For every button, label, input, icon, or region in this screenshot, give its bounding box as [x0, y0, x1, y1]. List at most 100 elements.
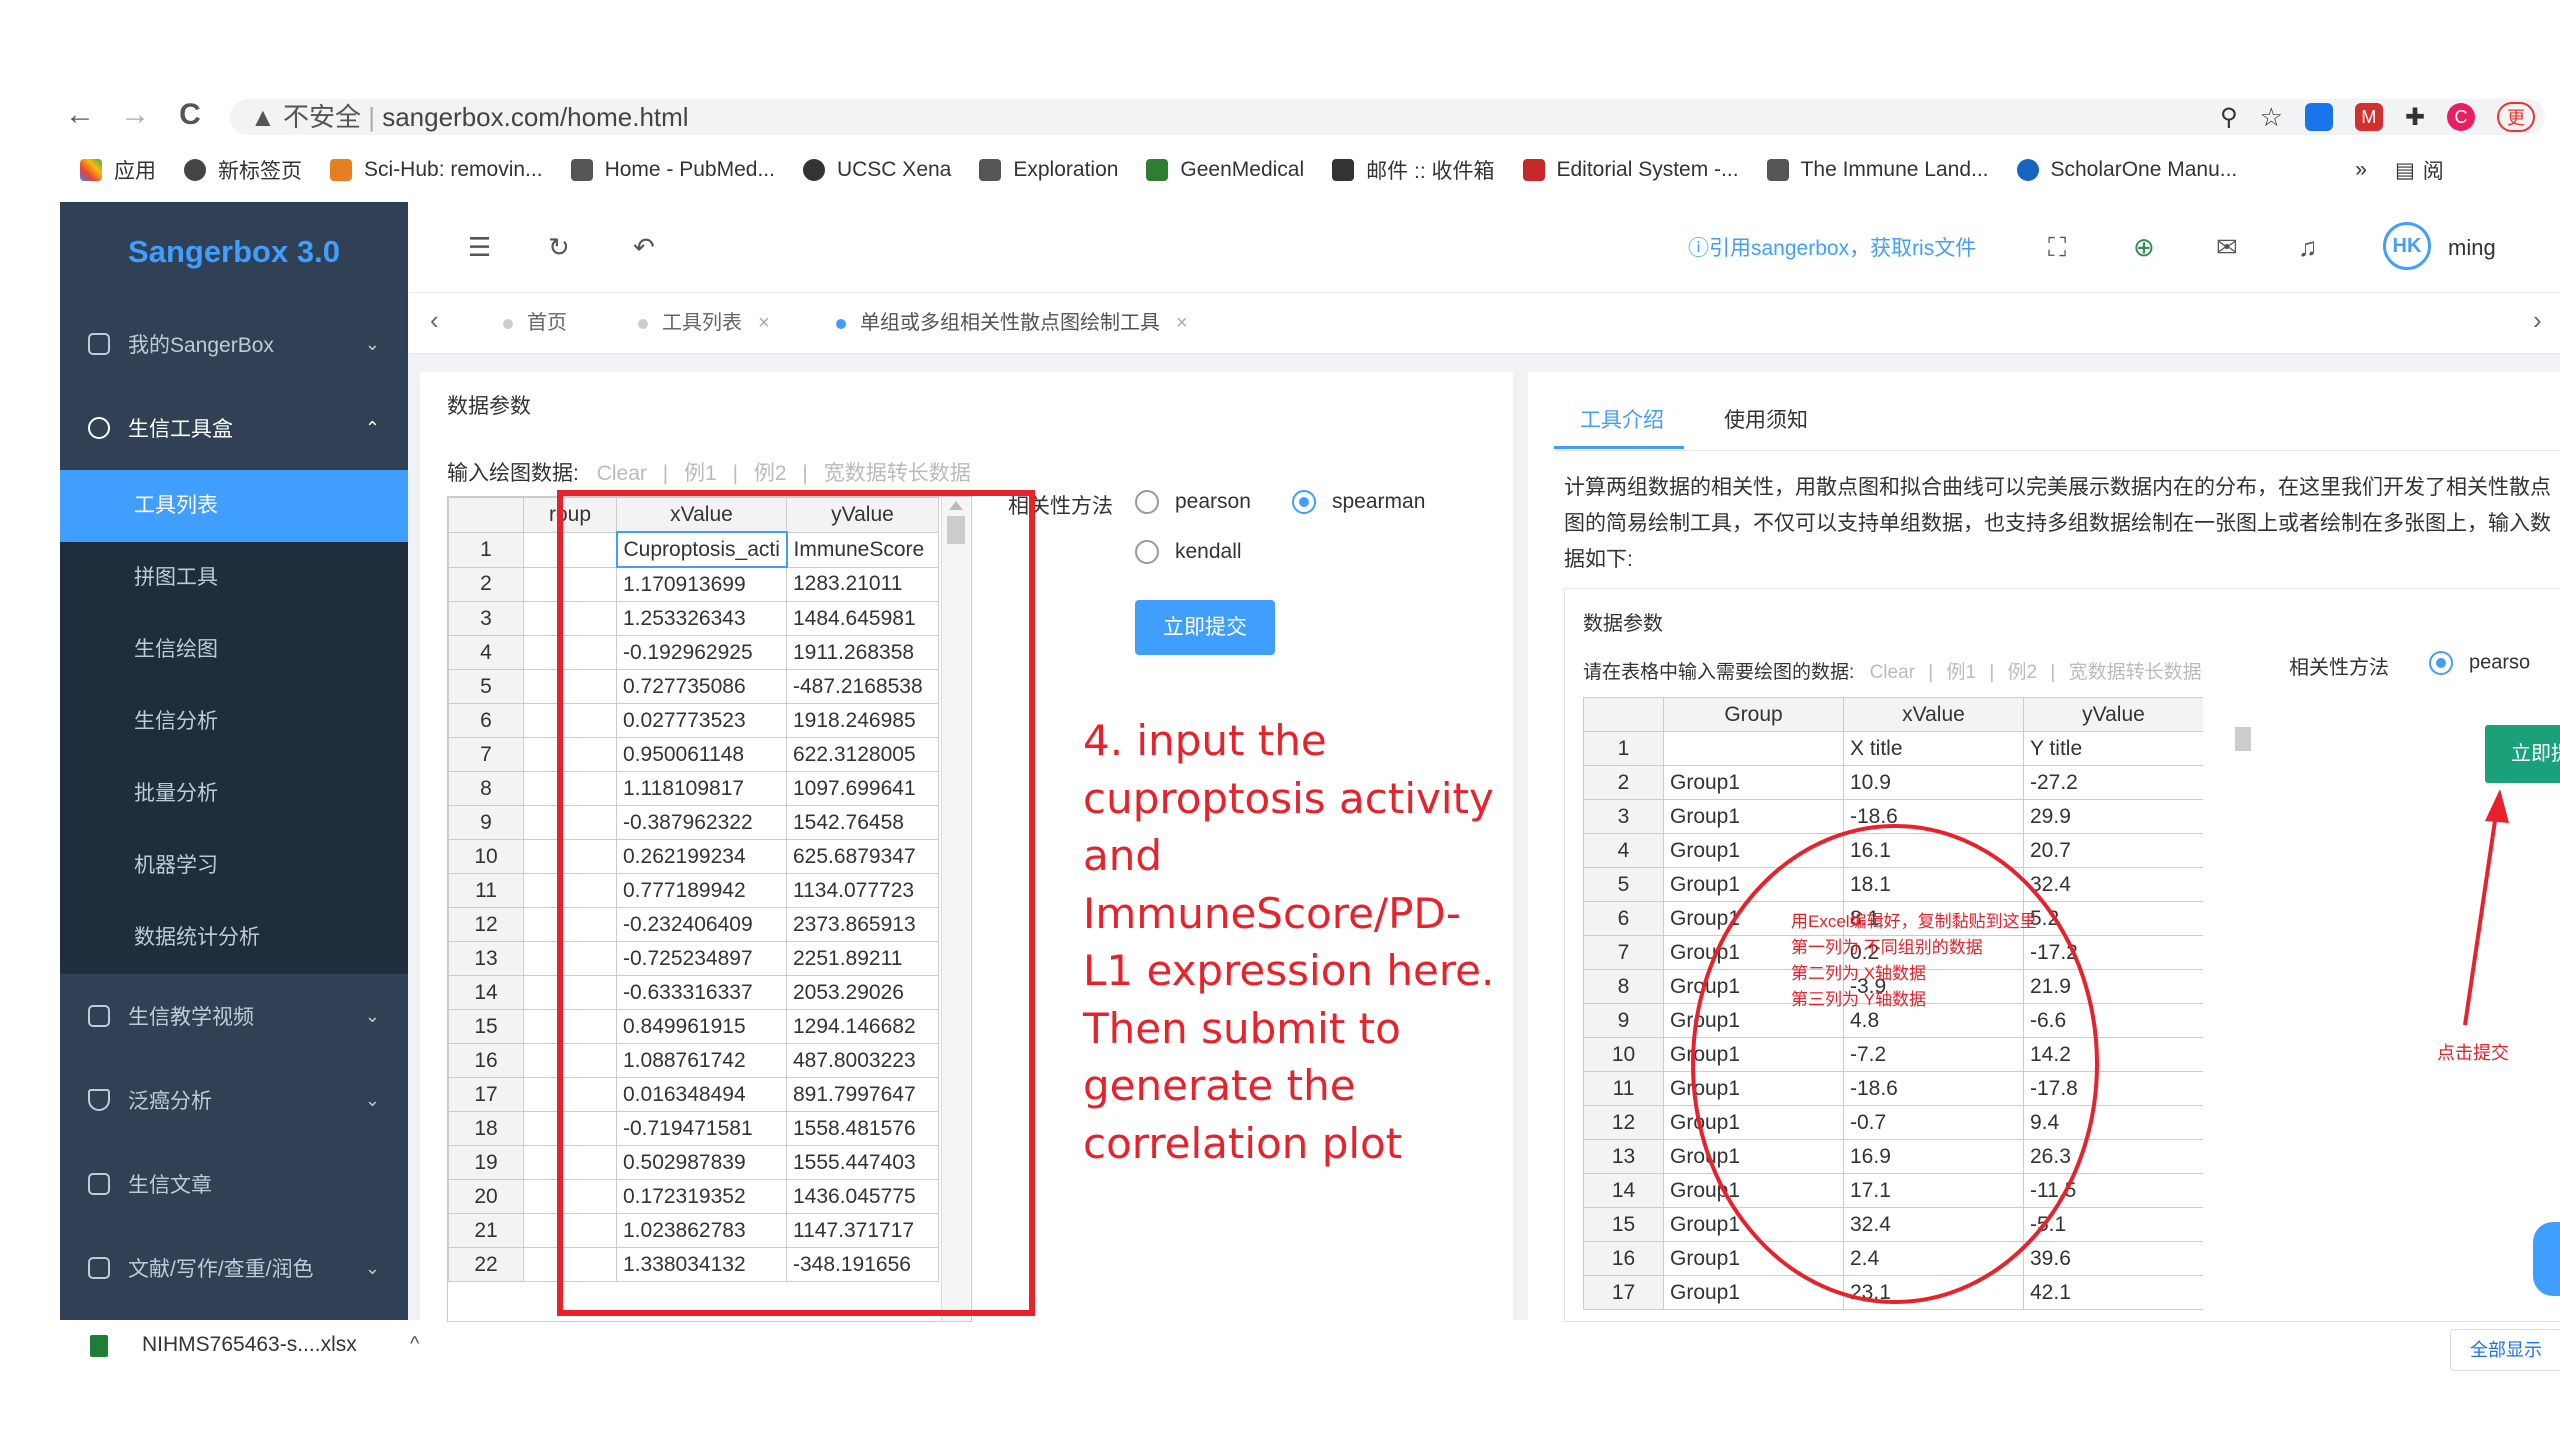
example-screenshot: 数据参数 请在表格中输入需要绘图的数据: Clear | 例1 | 例2 | 宽… — [1564, 588, 2560, 1322]
menu-articles[interactable]: 生信文章 — [60, 1142, 408, 1226]
bookmarks-more[interactable]: » — [2355, 158, 2367, 182]
menu-toolbox[interactable]: 生信工具盒 ⌃ — [60, 386, 408, 470]
download-file[interactable]: NIHMS765463-s....xlsx — [142, 1333, 357, 1357]
refresh-icon[interactable]: ↻ — [548, 232, 570, 263]
avatar[interactable]: C — [2447, 103, 2475, 131]
submenu-plot[interactable]: 生信绘图 — [60, 614, 408, 686]
tab-usage[interactable]: 使用须知 — [1724, 404, 1808, 434]
chevron-up-icon[interactable]: ^ — [410, 1333, 419, 1356]
submenu-stats[interactable]: 数据统计分析 — [60, 902, 408, 974]
bookmark-apps[interactable]: 应用 — [80, 155, 156, 185]
chevron-right-icon[interactable]: › — [2533, 305, 2542, 336]
url-text: sangerbox.com/home.html — [382, 102, 689, 132]
tab-intro[interactable]: 工具介绍 — [1580, 404, 1664, 434]
tab-correlation-tool[interactable]: 单组或多组相关性散点图绘制工具 × — [836, 305, 1188, 341]
wide-to-long-link[interactable]: 宽数据转长数据 — [824, 462, 971, 485]
bookmark-item[interactable]: The Immune Land... — [1766, 158, 1989, 182]
submenu-tool-list[interactable]: 工具列表 — [60, 470, 408, 542]
scihub-icon — [330, 159, 352, 181]
zoom-icon[interactable]: ⚲ — [2220, 103, 2238, 132]
hamburger-icon[interactable]: ☰ — [468, 232, 491, 263]
click-submit-note: 点击提交 — [2437, 1043, 2509, 1063]
reading-list-icon: ▤ — [2394, 158, 2415, 182]
mail-icon — [1332, 159, 1355, 181]
bookmark-item[interactable]: Exploration — [979, 158, 1118, 182]
cube-icon — [88, 1257, 110, 1279]
extension-icon[interactable]: M — [2354, 103, 2383, 131]
radio-kendall[interactable]: kendall — [1135, 540, 1242, 565]
floating-button[interactable] — [2533, 1222, 2560, 1296]
arrow-overlay — [2463, 789, 2509, 1026]
bookmark-item[interactable]: Editorial System -... — [1522, 158, 1739, 182]
row-number: 18 — [448, 1111, 524, 1146]
menu-videos[interactable]: 生信教学视频 ⌄ — [60, 974, 408, 1058]
toolbox-icon — [88, 417, 110, 439]
radio-spearman[interactable]: spearman — [1292, 490, 1425, 515]
row-number: 10 — [448, 839, 524, 874]
book-icon — [88, 1173, 110, 1195]
annotation-circle — [1691, 824, 2099, 1304]
mail-icon[interactable]: ✉ — [2216, 232, 2238, 263]
submenu-puzzle[interactable]: 拼图工具 — [60, 542, 408, 614]
menu-pancancer[interactable]: 泛癌分析 ⌄ — [60, 1058, 408, 1142]
close-icon[interactable]: × — [1176, 312, 1188, 334]
bell-icon[interactable]: ♫ — [2298, 232, 2318, 263]
show-all-button[interactable]: 全部显示 — [2450, 1329, 2560, 1371]
close-icon[interactable]: × — [758, 312, 770, 334]
instruction-note: 4. input the cuproptosis activity and Im… — [1083, 716, 1495, 1168]
star-icon[interactable]: ☆ — [2260, 102, 2283, 133]
forward-button[interactable]: → — [115, 95, 155, 135]
warning-icon: ▲ — [250, 102, 283, 132]
bookmark-item[interactable]: Sci-Hub: removin... — [330, 158, 543, 182]
active-tab-indicator — [1554, 446, 1684, 449]
bookmark-item[interactable]: ScholarOne Manu... — [2016, 158, 2237, 182]
excel-file-icon — [90, 1335, 108, 1357]
bookmark-item[interactable]: Home - PubMed... — [570, 158, 775, 182]
panel-title: 数据参数 — [447, 395, 531, 418]
arrow-head-icon — [2485, 789, 2509, 823]
app-logo[interactable]: Sangerbox 3.0 — [60, 202, 408, 302]
row-number: 6 — [448, 703, 524, 738]
reload-button[interactable]: C — [170, 95, 210, 135]
menu-my-sangerbox[interactable]: 我的SangerBox ⌄ — [60, 302, 408, 386]
puzzle-icon[interactable]: ✚ — [2405, 103, 2425, 132]
annotation-text: 用Excel编辑好，复制黏贴到这里 第一列为 不同组别的数据 第二列为 X轴数据… — [1791, 912, 2037, 1009]
bookmark-item[interactable]: 新标签页 — [184, 155, 302, 185]
reading-list[interactable]: ▤ 阅 — [2395, 155, 2444, 185]
tool-description: 计算两组数据的相关性，用散点图和拟合曲线可以完美展示数据内在的分布，在这里我们开… — [1564, 476, 2551, 571]
chevron-left-icon[interactable]: ‹ — [430, 305, 439, 336]
table-cell: -27.2 — [2023, 765, 2203, 800]
chevron-down-icon: ⌄ — [364, 1005, 380, 1026]
clear-link[interactable]: Clear — [597, 462, 647, 485]
security-label: 不安全 — [282, 102, 361, 132]
input-label: 输入绘图数据: — [447, 462, 579, 485]
bookmark-item[interactable]: UCSC Xena — [802, 158, 951, 182]
submenu-ml[interactable]: 机器学习 — [60, 830, 408, 902]
radio-pearson[interactable]: pearson — [1135, 490, 1251, 515]
url-field[interactable]: ▲ 不安全 | sangerbox.com/home.html ⚲ ☆ M ✚ … — [230, 99, 2545, 135]
submenu-analysis[interactable]: 生信分析 — [60, 686, 408, 758]
row-number: 1 — [448, 531, 524, 568]
row-number: 21 — [448, 1213, 524, 1248]
tab-home[interactable]: 首页 — [503, 305, 567, 341]
username[interactable]: ming — [2448, 235, 2496, 261]
back-arrow-icon[interactable]: ↶ — [633, 232, 655, 263]
example2-link[interactable]: 例2 — [754, 462, 787, 485]
chevron-down-icon: ⌄ — [364, 1257, 380, 1278]
profile-button[interactable]: 更 — [2497, 102, 2535, 132]
fullscreen-icon[interactable]: ⛶ — [2048, 232, 2066, 264]
cite-link[interactable]: ⓘ引用sangerbox，获取ris文件 — [1688, 232, 1976, 262]
submenu-batch[interactable]: 批量分析 — [60, 758, 408, 830]
bookmark-item[interactable]: GeenMedical — [1146, 158, 1304, 182]
example1-link[interactable]: 例1 — [684, 462, 717, 485]
globe-icon[interactable]: ⊕ — [2133, 232, 2155, 263]
avatar[interactable]: HK — [2383, 222, 2431, 270]
row-number: 17 — [448, 1077, 524, 1112]
tab-tool-list[interactable]: 工具列表 × — [638, 305, 770, 341]
back-button[interactable]: ← — [60, 95, 100, 135]
bookmark-item[interactable]: 邮件 :: 收件箱 — [1332, 155, 1495, 185]
menu-writing[interactable]: 文献/写作/查重/润色 ⌄ — [60, 1226, 408, 1310]
submit-button[interactable]: 立即提交 — [1135, 600, 1275, 655]
row-number: 13 — [448, 941, 524, 976]
extension-icon[interactable] — [2304, 103, 2333, 131]
